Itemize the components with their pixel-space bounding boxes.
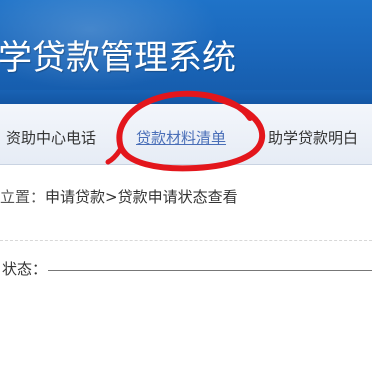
app-title: 学贷款管理系统 bbox=[0, 38, 236, 78]
breadcrumb-path: 申请贷款>贷款申请状态查看 bbox=[45, 188, 238, 206]
header-banner: 学贷款管理系统 bbox=[0, 0, 372, 104]
nav-link-loan-materials[interactable]: 贷款材料清单 bbox=[136, 128, 226, 148]
nav-item-support-phone[interactable]: 资助中心电话 bbox=[6, 128, 96, 148]
page: 学贷款管理系统 资助中心电话 贷款材料清单 助学贷款明白 立置：申请贷款>贷款申… bbox=[0, 0, 372, 372]
status-row: 状态： bbox=[0, 258, 372, 282]
dashed-divider bbox=[0, 240, 372, 241]
nav-bar: 资助中心电话 贷款材料清单 助学贷款明白 bbox=[0, 104, 372, 165]
banner-stripe bbox=[0, 90, 372, 104]
nav-item-loan-guide[interactable]: 助学贷款明白 bbox=[268, 128, 358, 148]
breadcrumb: 立置：申请贷款>贷款申请状态查看 bbox=[0, 186, 238, 208]
breadcrumb-prefix: 立置： bbox=[0, 188, 46, 206]
status-label: 状态： bbox=[2, 260, 48, 278]
status-value-line bbox=[48, 270, 372, 271]
